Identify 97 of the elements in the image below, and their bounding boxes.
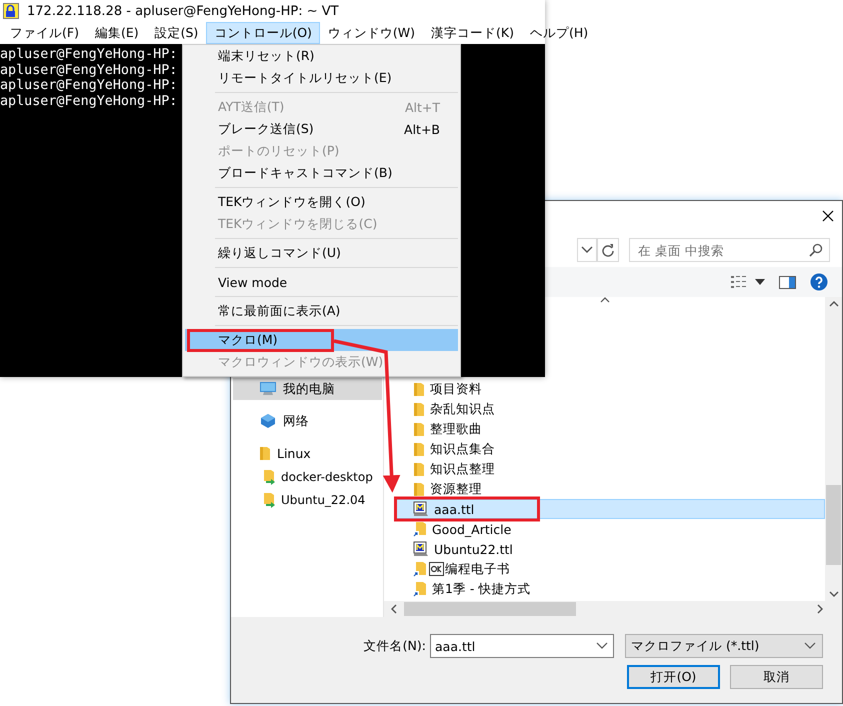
file-name: 第1季 - 快捷方式: [432, 580, 530, 598]
file-row[interactable]: 项目资料: [396, 379, 825, 399]
terminal-line: apluser@FengYeHong-HP:: [0, 62, 178, 78]
sort-caret-icon[interactable]: [600, 297, 610, 303]
nav-label: 我的电脑: [283, 380, 335, 398]
option-label: AYT送信(T): [218, 98, 284, 116]
shortcut-text: Alt+B: [404, 122, 440, 136]
menu-item[interactable]: 編集(E): [86, 22, 147, 44]
macro-file-icon: [413, 541, 429, 557]
file-row[interactable]: 资源整理: [396, 479, 825, 499]
nav-label: 网络: [283, 412, 309, 430]
menu-item[interactable]: 漢字コード(K): [423, 22, 522, 44]
nav-item[interactable]: 我的电脑: [233, 378, 382, 400]
menu-option[interactable]: View mode: [185, 271, 458, 293]
view-options-icon[interactable]: [731, 275, 747, 289]
file-name: 资源整理: [430, 480, 482, 498]
nav-item[interactable]: docker-desktop: [233, 466, 382, 488]
file-row[interactable]: aaa.ttl: [396, 499, 825, 519]
file-row[interactable]: Good_Article: [396, 519, 825, 539]
file-name: Ubuntu22.ttl: [434, 542, 513, 556]
folder-icon: [413, 402, 425, 416]
search-icon: [809, 243, 823, 257]
shortcut-text: Alt+T: [404, 100, 440, 114]
file-name: 编程电子书: [445, 560, 510, 578]
folder-icon: [259, 446, 271, 460]
field-label: 文件名(N):: [364, 638, 426, 654]
lock-icon: [3, 3, 19, 19]
scroll-left-icon[interactable]: [390, 604, 398, 614]
file-name: Good_Article: [432, 522, 512, 536]
search-field[interactable]: 在 桌面 中搜索: [629, 238, 830, 262]
nav-item[interactable]: Ubuntu_22.04: [233, 489, 382, 511]
terminal-line: apluser@FengYeHong-HP:: [0, 47, 178, 62]
folder-shortcut-icon: [413, 580, 427, 598]
close-icon[interactable]: [822, 210, 834, 222]
file-row[interactable]: 知识点集合: [396, 439, 825, 459]
macro-file-icon: [413, 501, 429, 517]
file-row[interactable]: 第1季 - 快捷方式: [396, 579, 825, 599]
window-title: 172.22.118.28 - apluser@FengYeHong-HP: ~ VT: [27, 4, 339, 18]
folder-icon: [413, 482, 425, 496]
menu-item[interactable]: ウィンドウ(W): [320, 22, 424, 44]
file-row[interactable]: 整理歌曲: [396, 419, 825, 439]
shared-folder-icon: [263, 469, 277, 485]
file-row[interactable]: 知识点整理: [396, 459, 825, 479]
scroll-thumb[interactable]: [826, 485, 841, 565]
menu-option[interactable]: ブロードキャストコマンド(B): [185, 162, 458, 184]
file-name: 杂乱知识点: [430, 400, 495, 418]
dialog-button[interactable]: 取消: [730, 665, 823, 689]
preview-pane-icon[interactable]: [779, 276, 796, 288]
folder-icon: [413, 462, 425, 476]
menu-option[interactable]: リモートタイトルリセット(E): [185, 67, 458, 89]
menu-option[interactable]: TEKウィンドウを開く(O): [185, 191, 458, 213]
chevron-down-icon[interactable]: [596, 642, 608, 650]
file-name: 知识点整理: [430, 460, 495, 478]
network-icon: [259, 413, 277, 429]
menu-option[interactable]: 常に最前面に表示(A): [185, 300, 458, 322]
file-name: aaa.ttl: [434, 502, 474, 516]
chevron-down-icon[interactable]: [804, 642, 816, 650]
file-name: 整理歌曲: [430, 420, 482, 438]
computer-icon: [259, 381, 277, 397]
terminal-line: apluser@FengYeHong-HP:: [0, 78, 178, 94]
file-row[interactable]: 编程电子书: [396, 559, 825, 579]
chevron-down-icon[interactable]: [581, 246, 593, 254]
file-type-dropdown[interactable]: マクロファイル (*.ttl): [625, 634, 823, 658]
refresh-button[interactable]: [597, 238, 619, 262]
file-name: 项目资料: [430, 380, 482, 398]
nav-label: Linux: [277, 446, 311, 460]
filename-field[interactable]: aaa.ttl: [430, 634, 614, 658]
menu-item[interactable]: ヘルプ(H): [522, 22, 596, 44]
file-row[interactable]: Ubuntu22.ttl: [396, 539, 825, 559]
menu-item[interactable]: コントロール(O): [206, 22, 320, 44]
nav-item[interactable]: Linux: [233, 442, 382, 464]
menu-item[interactable]: 設定(S): [146, 22, 206, 44]
scroll-right-icon[interactable]: [816, 604, 824, 614]
menu-option[interactable]: ブレーク送信(S) Alt+B: [185, 118, 458, 140]
horizontal-scrollbar[interactable]: [384, 601, 842, 617]
scroll-thumb[interactable]: [404, 602, 576, 616]
option-label: ブレーク送信(S): [218, 120, 314, 138]
folder-icon: [413, 422, 425, 436]
folder-icon: [413, 442, 425, 456]
dialog-button[interactable]: 打开(O): [627, 665, 720, 689]
shortcut-icon: [413, 560, 445, 578]
nav-label: docker-desktop: [281, 470, 373, 484]
menu-option[interactable]: 繰り返しコマンド(U): [185, 242, 458, 264]
shared-folder-icon: [263, 492, 277, 508]
menu-item[interactable]: ファイル(F): [2, 22, 87, 44]
file-name: 知识点集合: [430, 440, 495, 458]
nav-item[interactable]: 网络: [233, 410, 382, 432]
caret-icon[interactable]: [755, 279, 765, 285]
file-row[interactable]: 杂乱知识点: [396, 399, 825, 419]
terminal-line: apluser@FengYeHong-HP:: [0, 94, 178, 109]
refresh-icon: [601, 243, 615, 257]
help-icon[interactable]: [810, 273, 828, 291]
vertical-scrollbar[interactable]: [825, 297, 842, 601]
folder-shortcut-icon: [413, 520, 427, 538]
folder-icon: [413, 382, 425, 396]
menu-option[interactable]: 端末リセット(R): [185, 45, 458, 67]
nav-label: Ubuntu_22.04: [281, 493, 366, 507]
